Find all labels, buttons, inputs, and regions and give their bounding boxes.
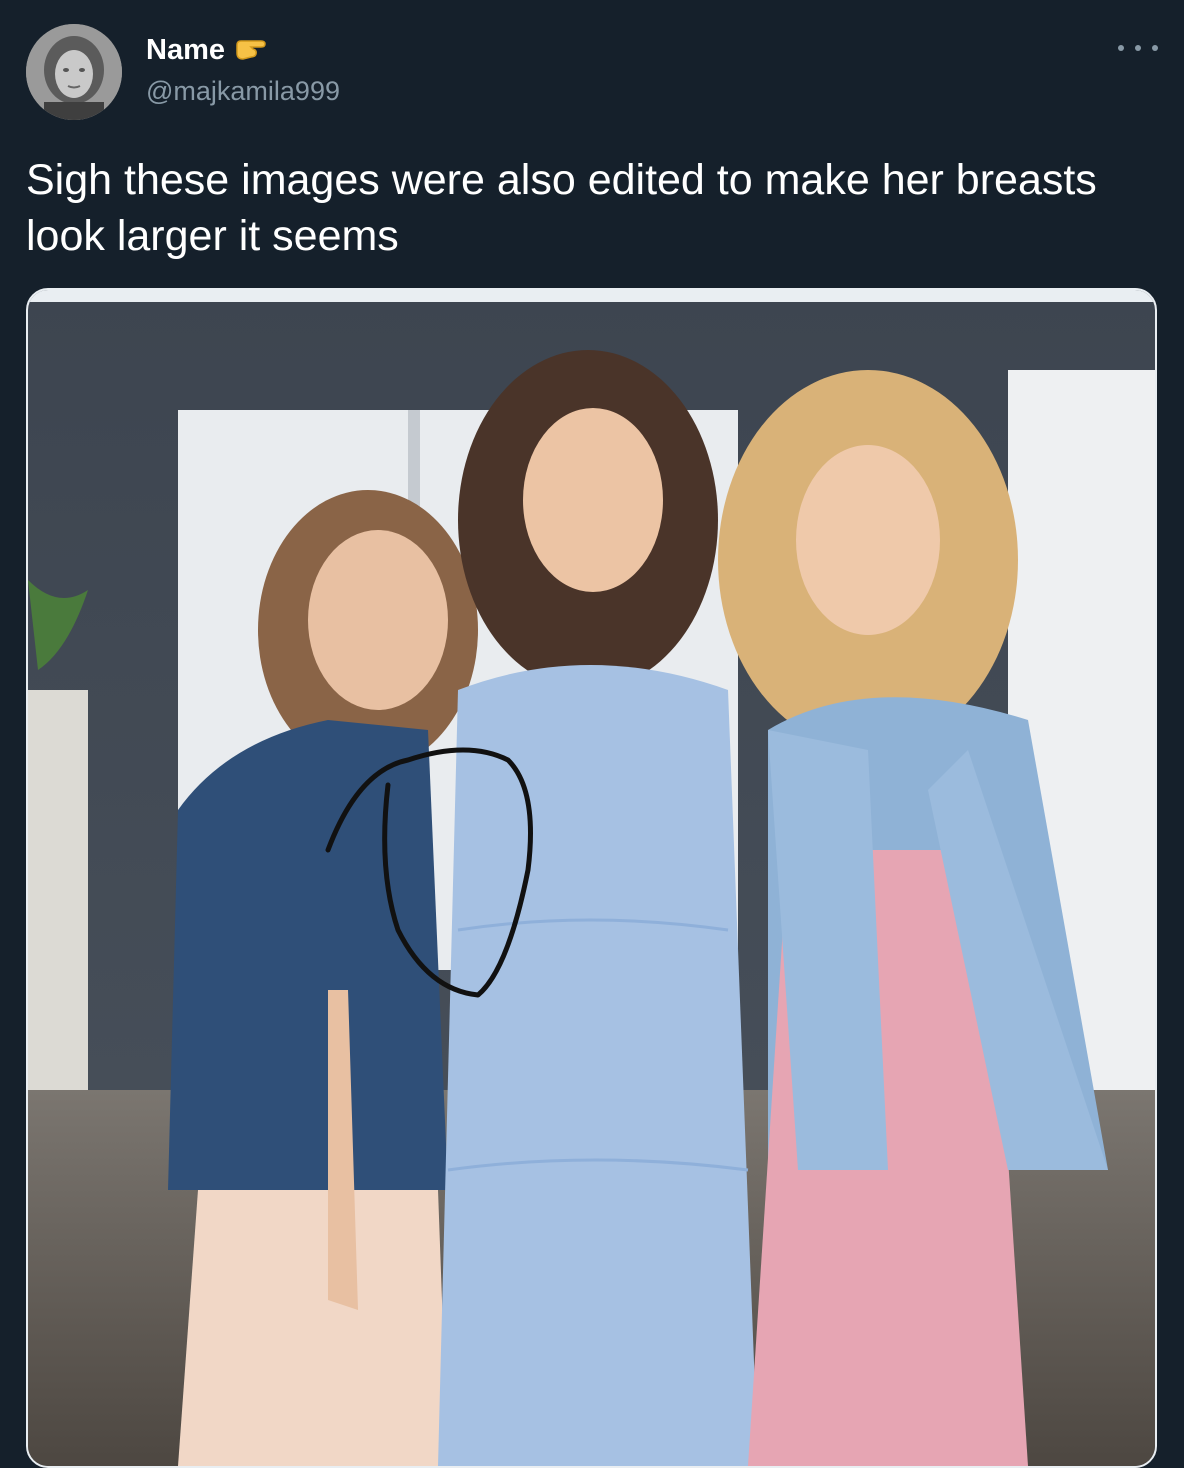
dot [1135,45,1141,51]
more-options-icon[interactable] [1118,34,1158,62]
display-name-text: Name [146,34,225,66]
tweet-text: Sigh these images were also edited to ma… [26,156,1097,260]
dot [1118,45,1124,51]
portrait-icon [26,24,122,120]
tweet: Name @majkamila999 Sigh these images wer… [0,0,1184,1468]
tweet-photo[interactable] [26,288,1157,1468]
dot [1152,45,1158,51]
photo-three-women-icon [28,290,1155,1466]
author-display-name[interactable]: Name [146,33,271,67]
pointing-hand-icon [231,35,271,65]
author-handle[interactable]: @majkamila999 [146,74,340,108]
avatar[interactable] [26,24,122,120]
